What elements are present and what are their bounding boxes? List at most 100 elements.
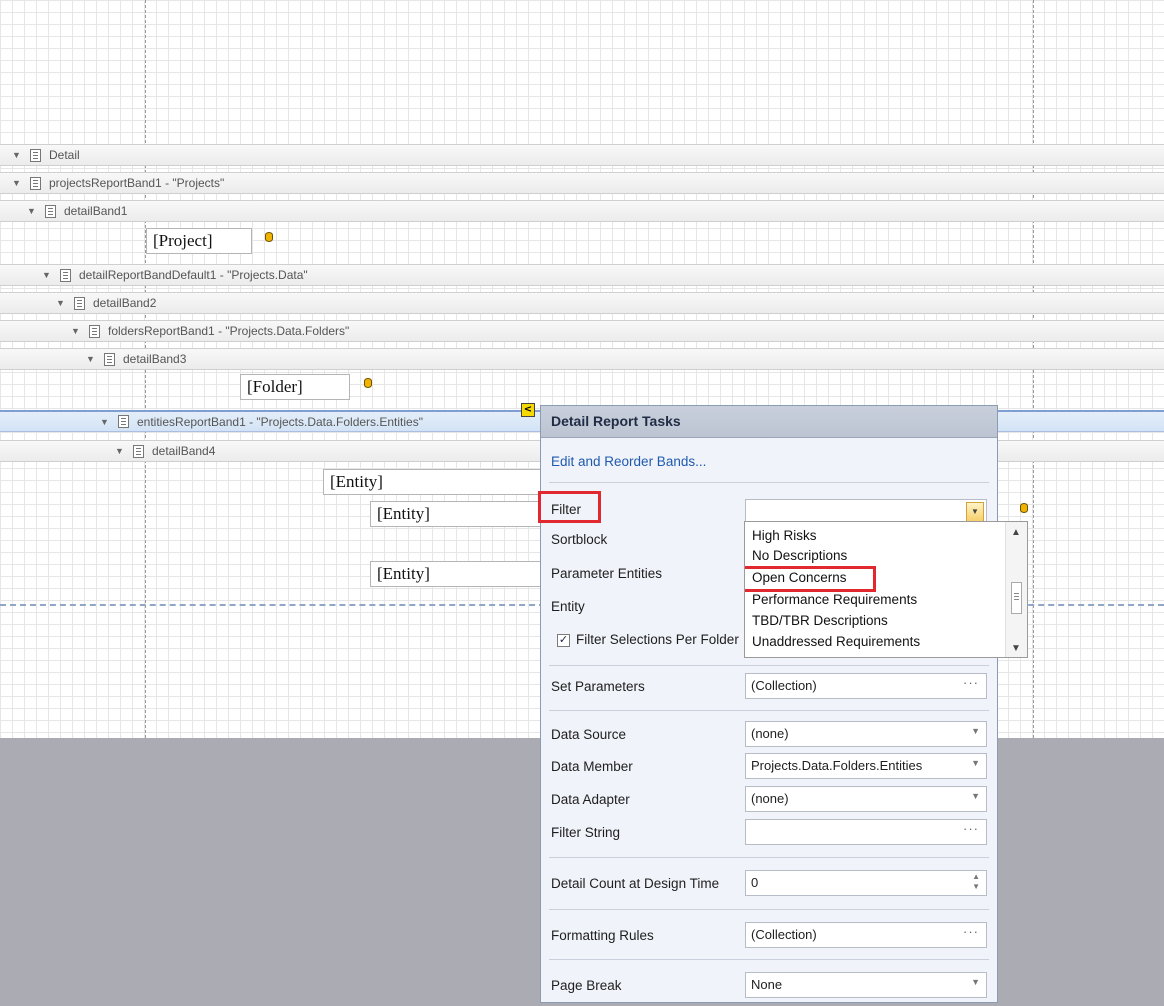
edit-reorder-bands-link[interactable]: Edit and Reorder Bands... [551,454,706,469]
band-projects-report[interactable]: ▼ projectsReportBand1 - "Projects" [0,172,1164,194]
band-icon [104,352,115,366]
spin-arrows-icon[interactable]: ▲ ▼ [972,872,980,892]
band-detailband3[interactable]: ▼ detailBand3 [0,348,1164,370]
database-icon [364,378,372,388]
collapse-triangle-icon[interactable]: ▼ [100,417,110,427]
data-source-field[interactable]: (none) ▼ [745,721,987,747]
band-detail[interactable]: ▼ Detail [0,144,1164,166]
smart-tag-button[interactable]: < [521,403,535,417]
ellipsis-icon[interactable]: ··· [963,924,979,939]
separator [549,482,989,483]
band-icon [118,415,129,428]
band-folders-report[interactable]: ▼ foldersReportBand1 - "Projects.Data.Fo… [0,320,1164,342]
dropdown-arrow-icon[interactable]: ▼ [966,502,984,522]
band-label: detailBand4 [152,444,216,458]
dropdown-arrow-icon[interactable]: ▼ [971,726,980,736]
band-detailband1[interactable]: ▼ detailBand1 [0,200,1164,222]
set-parameters-field[interactable]: (Collection) ··· [745,673,987,699]
band-label: detailBand3 [123,352,187,366]
data-source-label: Data Source [551,727,627,742]
band-icon [89,324,100,338]
tasks-panel-title: Detail Report Tasks [541,406,997,438]
band-icon [45,204,56,218]
formatting-rules-value: (Collection) [751,927,817,942]
formatting-rules-field[interactable]: (Collection) ··· [745,922,987,948]
separator [549,857,989,858]
parameter-entities-label: Parameter Entities [551,566,663,581]
band-icon [133,444,144,458]
collapse-triangle-icon[interactable]: ▼ [12,178,22,188]
filter-dropdown-list[interactable]: High Risks No Descriptions Open Concerns… [744,521,1028,658]
page-break-value: None [751,977,783,992]
filter-option-unaddressed-requirements[interactable]: Unaddressed Requirements [752,632,920,652]
data-source-value: (none) [751,726,789,741]
database-icon [1020,503,1028,513]
collapse-triangle-icon[interactable]: ▼ [56,298,66,308]
detail-count-field[interactable]: 0 ▲ ▼ [745,870,987,896]
filter-label-highlight [538,491,601,523]
filter-option-tbd-tbr-descriptions[interactable]: TBD/TBR Descriptions [752,611,888,631]
page-break-label: Page Break [551,978,622,993]
separator [549,710,989,711]
dropdown-arrow-icon[interactable]: ▼ [971,758,980,768]
scroll-thumb[interactable] [1011,582,1022,614]
filter-string-field[interactable]: ··· [745,819,987,845]
filter-string-label: Filter String [551,825,621,840]
open-concerns-highlight [745,566,876,592]
detail-count-value: 0 [751,875,759,890]
band-detailband2[interactable]: ▼ detailBand2 [0,292,1164,314]
filter-option-performance-requirements[interactable]: Performance Requirements [752,590,917,610]
detail-count-label: Detail Count at Design Time [551,876,720,891]
data-member-value: Projects.Data.Folders.Entities [751,758,923,773]
filter-option-no-descriptions[interactable]: No Descriptions [752,546,847,566]
collapse-triangle-icon[interactable]: ▼ [42,270,52,280]
data-member-field[interactable]: Projects.Data.Folders.Entities ▼ [745,753,987,779]
band-label: detailBand1 [64,204,128,218]
band-detail-report-default[interactable]: ▼ detailReportBandDefault1 - "Projects.D… [0,264,1164,286]
formatting-rules-label: Formatting Rules [551,928,654,943]
data-adapter-value: (none) [751,791,789,806]
data-adapter-label: Data Adapter [551,792,630,807]
dropdown-arrow-icon[interactable]: ▼ [971,791,980,801]
scroll-up-icon[interactable]: ▲ [1011,527,1021,538]
set-parameters-label: Set Parameters [551,679,645,694]
filter-per-folder-label: Filter Selections Per Folder [576,632,739,647]
collapse-triangle-icon[interactable]: ▼ [12,150,22,160]
band-icon [30,148,41,162]
filter-per-folder-checkbox[interactable]: ✓ [557,634,570,647]
ellipsis-icon[interactable]: ··· [963,675,979,690]
entity-field-3[interactable]: [Entity] [370,561,545,587]
scroll-down-icon[interactable]: ▼ [1011,643,1021,654]
band-label: foldersReportBand1 - "Projects.Data.Fold… [108,324,350,338]
detail-report-tasks-panel: Detail Report Tasks Edit and Reorder Ban… [538,405,998,1003]
page-break-field[interactable]: None ▼ [745,972,987,998]
dropdown-scrollbar[interactable]: ▲ ▼ [1005,522,1027,657]
collapse-triangle-icon[interactable]: ▼ [86,354,96,364]
project-field[interactable]: [Project] [146,228,252,254]
band-label: detailBand2 [93,296,157,310]
folder-field[interactable]: [Folder] [240,374,350,400]
collapse-triangle-icon[interactable]: ▼ [27,206,37,216]
filter-option-high-risks[interactable]: High Risks [752,526,817,546]
separator [549,909,989,910]
entity-field-1[interactable]: [Entity] [323,469,545,495]
separator [549,959,989,960]
band-icon [60,268,71,282]
band-label: Detail [49,148,80,162]
dropdown-arrow-icon[interactable]: ▼ [971,977,980,987]
band-icon [30,176,41,190]
set-parameters-value: (Collection) [751,678,817,693]
entity-label: Entity [551,599,585,614]
separator [549,665,989,666]
sortblock-label: Sortblock [551,532,608,547]
collapse-triangle-icon[interactable]: ▼ [71,326,81,336]
ellipsis-icon[interactable]: ··· [963,821,979,836]
database-icon [265,232,273,242]
band-label: detailReportBandDefault1 - "Projects.Dat… [79,268,308,282]
band-label: projectsReportBand1 - "Projects" [49,176,225,190]
entity-field-2[interactable]: [Entity] [370,501,545,527]
collapse-triangle-icon[interactable]: ▼ [115,446,125,456]
band-icon [74,296,85,310]
band-label: entitiesReportBand1 - "Projects.Data.Fol… [137,414,423,429]
data-adapter-field[interactable]: (none) ▼ [745,786,987,812]
